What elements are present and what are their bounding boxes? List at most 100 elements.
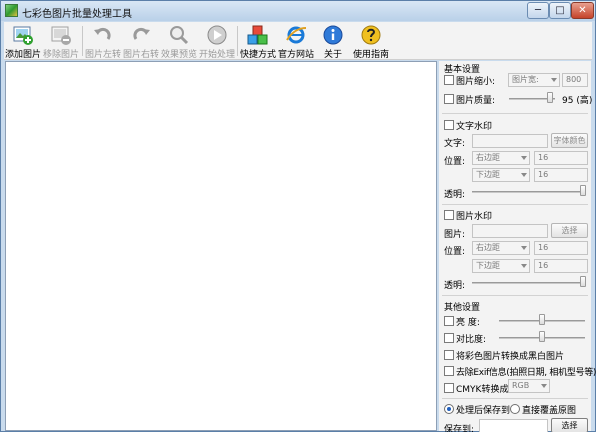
choose-output-folder-button[interactable]: 选择 bbox=[551, 418, 588, 432]
save-to-label: 保存到: bbox=[444, 425, 475, 432]
chevron-down-icon bbox=[521, 173, 527, 177]
add-image-icon bbox=[13, 26, 33, 45]
about-button[interactable]: 关于 bbox=[315, 22, 351, 60]
image-v-offset-input[interactable]: 16 bbox=[534, 259, 588, 273]
official-website-label: 官方网站 bbox=[277, 50, 314, 60]
image-v-align-select[interactable]: 下边距 bbox=[472, 259, 530, 273]
help-icon bbox=[361, 25, 381, 45]
text-opacity-slider-track[interactable] bbox=[472, 191, 586, 193]
chevron-down-icon bbox=[521, 246, 527, 250]
save-to-input[interactable] bbox=[479, 419, 548, 432]
remove-image-button[interactable]: 移除图片 bbox=[42, 22, 80, 60]
quality-checkbox[interactable] bbox=[444, 94, 454, 104]
brightness-label: 亮 度: bbox=[456, 318, 480, 328]
rotate-left-button[interactable]: 图片左转 bbox=[84, 22, 122, 60]
text-v-offset-input[interactable]: 16 bbox=[534, 168, 588, 182]
official-website-button[interactable]: 官方网站 bbox=[277, 22, 315, 60]
contrast-slider-thumb[interactable] bbox=[539, 331, 545, 342]
text-h-align-select[interactable]: 右边距 bbox=[472, 151, 530, 165]
grayscale-checkbox[interactable] bbox=[444, 350, 454, 360]
grayscale-label: 将彩色图片转换成黑白图片 bbox=[456, 352, 565, 362]
overwrite-radio[interactable] bbox=[510, 404, 520, 414]
overwrite-label: 直接覆盖原图 bbox=[522, 406, 577, 416]
shortcut-button[interactable]: 快捷方式 bbox=[239, 22, 277, 60]
image-h-align-value: 右边距 bbox=[476, 243, 500, 252]
preview-button[interactable]: 效果预览 bbox=[160, 22, 198, 60]
watermark-image-input[interactable] bbox=[472, 224, 548, 238]
text-watermark-checkbox[interactable] bbox=[444, 120, 454, 130]
resize-checkbox[interactable] bbox=[444, 75, 454, 85]
chevron-down-icon bbox=[541, 384, 547, 388]
resize-label: 图片缩小: bbox=[456, 77, 496, 87]
resize-value-input[interactable]: 800 bbox=[562, 73, 588, 87]
brightness-checkbox[interactable] bbox=[444, 316, 454, 326]
remove-exif-checkbox[interactable] bbox=[444, 366, 454, 376]
minimize-button[interactable]: ─ bbox=[527, 2, 549, 19]
image-opacity-label: 透明: bbox=[444, 281, 466, 291]
resize-mode-select[interactable]: 图片宽: bbox=[508, 73, 560, 87]
text-v-align-value: 下边距 bbox=[476, 170, 500, 179]
image-h-offset-input[interactable]: 16 bbox=[534, 241, 588, 255]
cmyk-checkbox[interactable] bbox=[444, 383, 454, 393]
image-h-align-select[interactable]: 右边距 bbox=[472, 241, 530, 255]
image-opacity-slider-thumb[interactable] bbox=[580, 276, 586, 287]
quality-label: 图片质量: bbox=[456, 96, 496, 106]
brightness-slider-thumb[interactable] bbox=[539, 314, 545, 325]
image-v-align-value: 下边距 bbox=[476, 261, 500, 270]
image-watermark-title: 图片水印 bbox=[456, 212, 493, 222]
text-position-label: 位置: bbox=[444, 157, 466, 167]
preview-label: 效果预览 bbox=[160, 50, 197, 60]
cmyk-label: CMYK转换成: bbox=[456, 385, 512, 395]
image-position-label: 位置: bbox=[444, 247, 466, 257]
rotate-right-icon bbox=[133, 27, 150, 40]
save-after-label: 处理后保存到 bbox=[456, 406, 511, 416]
add-image-label: 添加图片 bbox=[5, 50, 42, 60]
text-opacity-slider-thumb[interactable] bbox=[580, 185, 586, 196]
text-v-align-select[interactable]: 下边距 bbox=[472, 168, 530, 182]
app-window: 七彩色图片批量处理工具 ─ □ ✕ 添加图片 移除图片 图片左转 图片右转 效果… bbox=[0, 0, 596, 432]
settings-panel: 基本设置 图片缩小: 图片宽: 800 图片质量: 95 (高) 文字水印 文字… bbox=[439, 61, 596, 432]
remove-image-label: 移除图片 bbox=[42, 50, 79, 60]
contrast-label: 对比度: bbox=[456, 335, 487, 345]
other-settings-title: 其他设置 bbox=[444, 303, 481, 313]
chevron-down-icon bbox=[551, 78, 557, 82]
font-color-button[interactable]: 字体颜色 bbox=[551, 133, 588, 148]
start-processing-label: 开始处理 bbox=[198, 50, 235, 60]
divider bbox=[442, 398, 588, 399]
window-title: 七彩色图片批量处理工具 bbox=[22, 9, 132, 20]
start-processing-button[interactable]: 开始处理 bbox=[198, 22, 236, 60]
title-bar[interactable]: 七彩色图片批量处理工具 ─ □ ✕ bbox=[1, 1, 595, 21]
preview-magnifier-icon bbox=[170, 26, 189, 45]
resize-mode-value: 图片宽: bbox=[512, 75, 539, 84]
divider bbox=[442, 204, 588, 205]
quality-slider-thumb[interactable] bbox=[547, 92, 553, 103]
contrast-checkbox[interactable] bbox=[444, 333, 454, 343]
user-guide-button[interactable]: 使用指南 bbox=[351, 22, 391, 60]
divider bbox=[442, 295, 588, 296]
remove-image-icon bbox=[51, 26, 71, 45]
save-after-radio[interactable] bbox=[444, 404, 454, 414]
text-h-align-value: 右边距 bbox=[476, 153, 500, 162]
watermark-text-input[interactable] bbox=[472, 134, 548, 148]
cmyk-target-select[interactable]: RGB bbox=[508, 379, 550, 393]
chevron-down-icon bbox=[521, 264, 527, 268]
user-guide-label: 使用指南 bbox=[352, 50, 389, 60]
image-opacity-slider-track[interactable] bbox=[472, 282, 586, 284]
add-image-button[interactable]: 添加图片 bbox=[5, 22, 41, 60]
watermark-text-label: 文字: bbox=[444, 139, 466, 149]
cmyk-target-value: RGB bbox=[512, 381, 530, 390]
image-watermark-checkbox[interactable] bbox=[444, 210, 454, 220]
choose-watermark-image-button[interactable]: 选择 bbox=[551, 223, 588, 238]
toolbar: 添加图片 移除图片 图片左转 图片右转 效果预览 开始处理 快捷方式 官方网站 … bbox=[4, 22, 592, 60]
divider bbox=[442, 113, 588, 114]
close-button[interactable]: ✕ bbox=[571, 2, 594, 19]
browser-icon bbox=[286, 26, 307, 44]
quality-value: 95 (高) bbox=[562, 96, 593, 106]
maximize-button[interactable]: □ bbox=[549, 2, 571, 19]
chevron-down-icon bbox=[521, 156, 527, 160]
text-h-offset-input[interactable]: 16 bbox=[534, 151, 588, 165]
image-list-area[interactable] bbox=[5, 61, 437, 431]
rotate-right-button[interactable]: 图片右转 bbox=[122, 22, 160, 60]
rotate-left-icon bbox=[94, 27, 111, 40]
shortcut-label: 快捷方式 bbox=[239, 50, 276, 60]
